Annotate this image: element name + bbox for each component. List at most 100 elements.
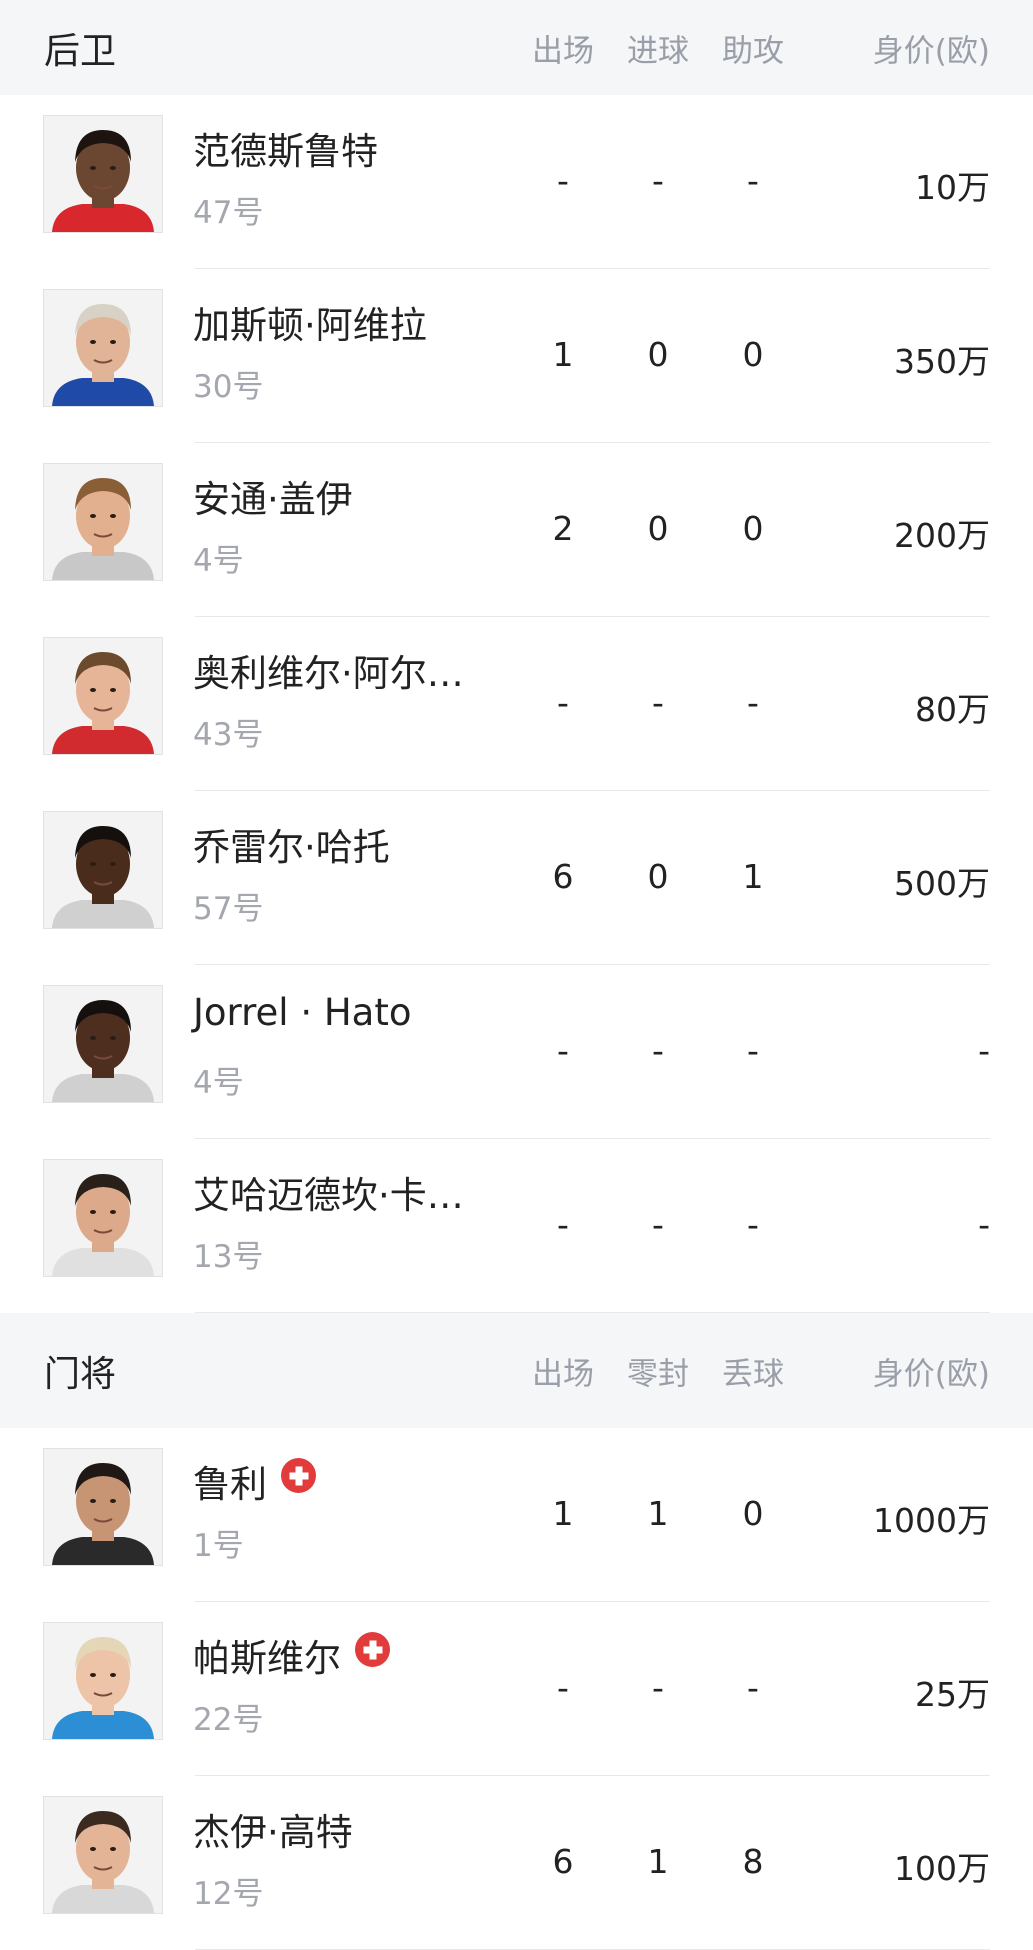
market-value: - [978,1031,990,1070]
swiss-flag-icon [281,1458,316,1493]
header-value[interactable]: 身价(欧) [840,1348,990,1393]
stat-3: - [747,683,759,722]
player-avatar[interactable] [43,1159,163,1277]
market-value: 10万 [915,168,990,207]
player-photo-icon [44,1160,162,1276]
player-avatar[interactable] [43,811,163,929]
stat-apps: - [557,1031,569,1070]
stat-apps: - [557,683,569,722]
stat-apps: 1 [552,335,574,374]
stat-3: 0 [742,509,764,548]
player-name: 帕斯维尔 [193,1628,390,1682]
player-row[interactable]: 艾哈迈德坎·卡… 13号 - - - - [0,1139,1033,1313]
stat-apps: 6 [552,857,574,896]
player-photo-icon [44,1449,162,1565]
header-clean-sheets[interactable]: 零封 [613,1348,703,1393]
stat-apps: 2 [552,509,574,548]
market-value: 1000万 [873,1501,990,1540]
market-value: 200万 [894,516,990,555]
header-apps[interactable]: 出场 [518,25,608,70]
player-name: Jorrel · Hato [193,991,412,1034]
stat-2: - [652,1205,664,1244]
section-title: 门将 [44,1353,117,1395]
player-photo-icon [44,1623,162,1739]
defenders-header: 后卫 出场 进球 助攻 身价(欧) [0,0,1033,95]
player-photo-icon [44,638,162,754]
market-value: 100万 [894,1849,990,1888]
header-assists[interactable]: 助攻 [708,25,798,70]
stat-3: 1 [742,857,764,896]
stat-3: - [747,1031,759,1070]
swiss-flag-icon [355,1632,390,1667]
stat-3: 8 [742,1842,764,1881]
player-name: 加斯顿·阿维拉 [193,304,427,347]
defenders-list: 范德斯鲁特 47号 - - - 10万 加斯顿·阿维拉 30号 1 0 0 35… [0,95,1033,1313]
stat-3: 0 [742,1494,764,1533]
stat-apps: - [557,1668,569,1707]
player-number: 4号 [193,543,244,579]
player-name: 乔雷尔·哈托 [193,826,390,869]
player-avatar[interactable] [43,1622,163,1740]
player-name: 鲁利 [193,1454,316,1508]
player-photo-icon [44,812,162,928]
stat-2: 1 [647,1842,669,1881]
player-name: 安通·盖伊 [193,478,353,521]
player-row[interactable]: 奥利维尔·阿尔… 43号 - - - 80万 [0,617,1033,791]
player-number: 57号 [193,891,264,927]
player-photo-icon [44,116,162,232]
player-avatar[interactable] [43,985,163,1103]
player-number: 12号 [193,1876,264,1912]
header-goals[interactable]: 进球 [613,25,703,70]
stat-3: - [747,1668,759,1707]
market-value: 25万 [915,1675,990,1714]
goalkeepers-header: 门将 出场 零封 丢球 身价(欧) [0,1313,1033,1428]
stat-2: 0 [647,335,669,374]
player-row[interactable]: Jorrel · Hato 4号 - - - - [0,965,1033,1139]
player-photo-icon [44,290,162,406]
player-avatar[interactable] [43,289,163,407]
stat-2: - [652,1668,664,1707]
player-number: 4号 [193,1065,244,1101]
player-avatar[interactable] [43,637,163,755]
stat-apps: - [557,1205,569,1244]
player-row[interactable]: 加斯顿·阿维拉 30号 1 0 0 350万 [0,269,1033,443]
stat-2: 0 [647,857,669,896]
goalkeepers-list: 鲁利 1号 1 1 0 1000万 帕斯维尔 22号 - - - 25万 杰伊·… [0,1428,1033,1950]
player-name: 范德斯鲁特 [193,130,378,173]
header-apps[interactable]: 出场 [518,1348,608,1393]
stat-apps: - [557,161,569,200]
stat-2: 1 [647,1494,669,1533]
player-number: 47号 [193,195,264,231]
player-row[interactable]: 乔雷尔·哈托 57号 6 0 1 500万 [0,791,1033,965]
header-value[interactable]: 身价(欧) [840,25,990,70]
player-avatar[interactable] [43,1796,163,1914]
player-photo-icon [44,464,162,580]
player-name: 杰伊·高特 [193,1811,353,1854]
stat-2: - [652,161,664,200]
player-photo-icon [44,1797,162,1913]
defenders-section: 后卫 出场 进球 助攻 身价(欧) 范德斯鲁特 47号 - - - 10万 加斯… [0,0,1033,1313]
player-avatar[interactable] [43,1448,163,1566]
stat-3: - [747,1205,759,1244]
stat-2: 0 [647,509,669,548]
player-avatar[interactable] [43,115,163,233]
player-row[interactable]: 帕斯维尔 22号 - - - 25万 [0,1602,1033,1776]
stat-2: - [652,683,664,722]
market-value: - [978,1205,990,1244]
market-value: 500万 [894,864,990,903]
player-row[interactable]: 范德斯鲁特 47号 - - - 10万 [0,95,1033,269]
player-name: 奥利维尔·阿尔… [193,652,464,695]
player-row[interactable]: 鲁利 1号 1 1 0 1000万 [0,1428,1033,1602]
stat-3: - [747,161,759,200]
player-avatar[interactable] [43,463,163,581]
market-value: 350万 [894,342,990,381]
player-photo-icon [44,986,162,1102]
player-row[interactable]: 安通·盖伊 4号 2 0 0 200万 [0,443,1033,617]
stat-2: - [652,1031,664,1070]
goalkeepers-section: 门将 出场 零封 丢球 身价(欧) 鲁利 1号 1 1 0 1000万 帕斯维尔… [0,1313,1033,1950]
section-title: 后卫 [44,30,117,72]
header-conceded[interactable]: 丢球 [708,1348,798,1393]
market-value: 80万 [915,690,990,729]
player-row[interactable]: 杰伊·高特 12号 6 1 8 100万 [0,1776,1033,1950]
player-number: 22号 [193,1702,264,1738]
